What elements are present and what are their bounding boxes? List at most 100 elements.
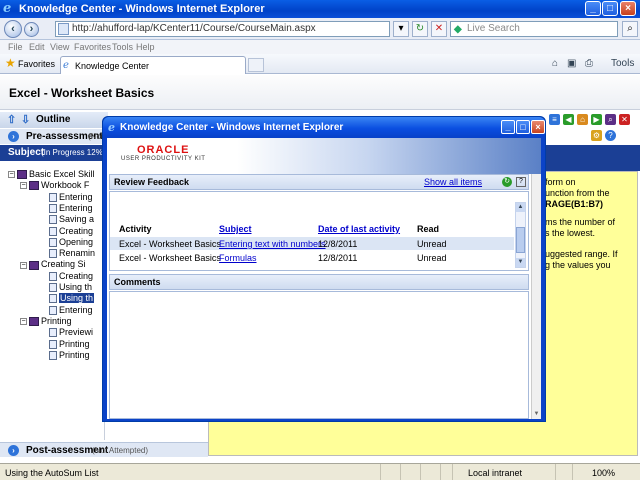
tree-topic[interactable]: Previewi <box>40 327 93 338</box>
menu-view[interactable]: View <box>50 42 69 52</box>
tree-topic[interactable]: Printing <box>40 350 90 361</box>
book-icon <box>17 170 27 180</box>
favorites-label[interactable]: Favorites <box>18 59 55 69</box>
tree-topic[interactable]: Renamin <box>40 248 95 259</box>
content-text: s the lowest. <box>545 228 596 238</box>
tree-label: Saving a <box>59 214 95 225</box>
tree-topic[interactable]: Creating <box>40 226 93 237</box>
options-icon[interactable]: ≡ <box>549 114 560 125</box>
tree-label: Creating <box>59 225 94 236</box>
col-activity: Activity <box>119 224 152 234</box>
stop-icon[interactable]: ✕ <box>431 21 447 37</box>
tools-menu[interactable]: Tools <box>611 58 634 69</box>
col-date[interactable]: Date of last activity <box>318 224 400 234</box>
settings-icon[interactable]: ⚙ <box>591 130 602 141</box>
show-all-items-link[interactable]: Show all items <box>424 177 482 187</box>
home-topic-icon[interactable]: ⌂ <box>577 114 588 125</box>
maximize-button[interactable]: □ <box>602 1 618 16</box>
outline-tree: − Basic Excel Skill − Workbook F Entering Ent… <box>0 162 105 440</box>
document-icon <box>49 192 57 202</box>
tree-topic[interactable]: Printing <box>40 339 90 350</box>
collapse-icon[interactable]: − <box>20 318 27 326</box>
subject-label: Subject <box>8 147 45 158</box>
menu-help[interactable]: Help <box>136 42 155 52</box>
expand-circle-icon[interactable]: › <box>8 131 19 142</box>
collapse-icon[interactable]: − <box>8 171 15 179</box>
collapse-icon[interactable]: − <box>20 182 27 190</box>
dropdown-icon[interactable]: ▾ <box>393 21 409 37</box>
col-subject[interactable]: Subject <box>219 224 252 234</box>
post-assessment-bar[interactable]: › Post-assessment (Not Attempted) <box>0 442 208 457</box>
row-activity: Excel - Worksheet Basics <box>119 253 221 263</box>
popup-body: ORACLE USER PRODUCTIVITY KIT Review Feed… <box>107 138 541 419</box>
minimize-button[interactable]: _ <box>585 1 601 16</box>
tree-module[interactable]: − Creating Si <box>20 259 86 270</box>
home-icon[interactable]: ⌂ <box>552 58 558 69</box>
collapse-icon[interactable]: − <box>20 261 27 269</box>
address-input[interactable]: http://ahufford-lap/KCenter11/Course/Cou… <box>55 21 390 37</box>
arrow-down-icon[interactable]: ⇩ <box>21 113 30 126</box>
back-topic-icon[interactable]: ◀ <box>563 114 574 125</box>
menu-file[interactable]: File <box>8 42 23 52</box>
popup-minimize-button[interactable]: _ <box>501 120 515 134</box>
exit-icon[interactable]: ✕ <box>619 114 630 125</box>
search-course-icon[interactable]: ⌕ <box>605 114 616 125</box>
search-input[interactable]: ◆ Live Search <box>450 21 618 37</box>
tree-topic[interactable]: Using th <box>40 293 95 304</box>
tree-label: Printing <box>59 338 90 349</box>
next-topic-icon[interactable]: ▶ <box>591 114 602 125</box>
tree-topic[interactable]: Opening <box>40 237 93 248</box>
menu-tools[interactable]: Tools <box>112 42 133 52</box>
favorites-star-icon[interactable]: ★ <box>5 56 16 70</box>
popup-close-button[interactable]: × <box>531 120 545 134</box>
print-icon[interactable]: ⎙ <box>585 58 593 69</box>
arrow-up-icon[interactable]: ⇧ <box>7 113 16 126</box>
refresh-icon[interactable]: ↻ <box>412 21 428 37</box>
tree-module[interactable]: − Workbook F <box>20 180 89 191</box>
comments-area <box>109 291 529 419</box>
help-icon[interactable]: ? <box>605 130 616 141</box>
tree-label: Using th <box>59 282 93 292</box>
zoom-level[interactable]: 100% <box>592 468 615 478</box>
tab-knowledge-center[interactable]: e Knowledge Center <box>60 56 246 74</box>
menu-edit[interactable]: Edit <box>29 42 45 52</box>
row-subject-link[interactable]: Entering text with numbers <box>219 239 326 249</box>
feeds-icon[interactable]: ▣ <box>567 58 576 69</box>
refresh-icon[interactable]: ↻ <box>502 177 512 187</box>
tree-topic[interactable]: Entering <box>40 305 93 316</box>
book-icon <box>29 317 39 327</box>
row-activity: Excel - Worksheet Basics <box>119 239 221 249</box>
tree-topic[interactable]: Entering <box>40 192 93 203</box>
tree-topic[interactable]: Entering <box>40 203 93 214</box>
col-read: Read <box>417 224 440 234</box>
tree-topic[interactable]: Using th <box>40 282 92 293</box>
tree-label: Entering <box>59 202 93 213</box>
content-text: unction from the <box>545 188 610 198</box>
tree-module[interactable]: − Basic Excel Skill <box>8 169 95 180</box>
scroll-thumb[interactable] <box>516 227 525 253</box>
popup-maximize-button[interactable]: □ <box>516 120 530 134</box>
scroll-up-icon[interactable]: ▲ <box>516 203 525 212</box>
tree-topic[interactable]: Saving a <box>40 214 94 225</box>
menu-favorites[interactable]: Favorites <box>74 42 111 52</box>
document-icon <box>49 249 57 259</box>
forward-icon[interactable]: › <box>24 22 39 37</box>
pre-assessment-bar[interactable]: › Pre-assessment (Not <box>0 129 108 144</box>
window-title: Knowledge Center - Windows Internet Expl… <box>19 3 265 15</box>
search-icon[interactable]: ⌕ <box>622 21 638 37</box>
popup-scrollbar[interactable]: ▼ <box>531 174 541 419</box>
help-icon[interactable]: ? <box>516 177 526 187</box>
page-title: Excel - Worksheet Basics <box>9 86 155 100</box>
table-scrollbar[interactable]: ▲ ▼ <box>515 202 526 268</box>
tree-module[interactable]: − Printing <box>20 316 72 327</box>
row-subject-link[interactable]: Formulas <box>219 253 257 263</box>
document-icon <box>49 339 57 349</box>
scroll-down-icon[interactable]: ▼ <box>516 258 525 267</box>
back-icon[interactable]: ‹ <box>4 20 22 38</box>
scroll-down-icon[interactable]: ▼ <box>532 410 541 419</box>
expand-circle-icon[interactable]: › <box>8 445 19 456</box>
close-button[interactable]: × <box>620 1 636 16</box>
new-tab-button[interactable] <box>248 58 264 72</box>
tree-topic[interactable]: Creating <box>40 271 93 282</box>
outline-label: Outline <box>36 114 71 125</box>
